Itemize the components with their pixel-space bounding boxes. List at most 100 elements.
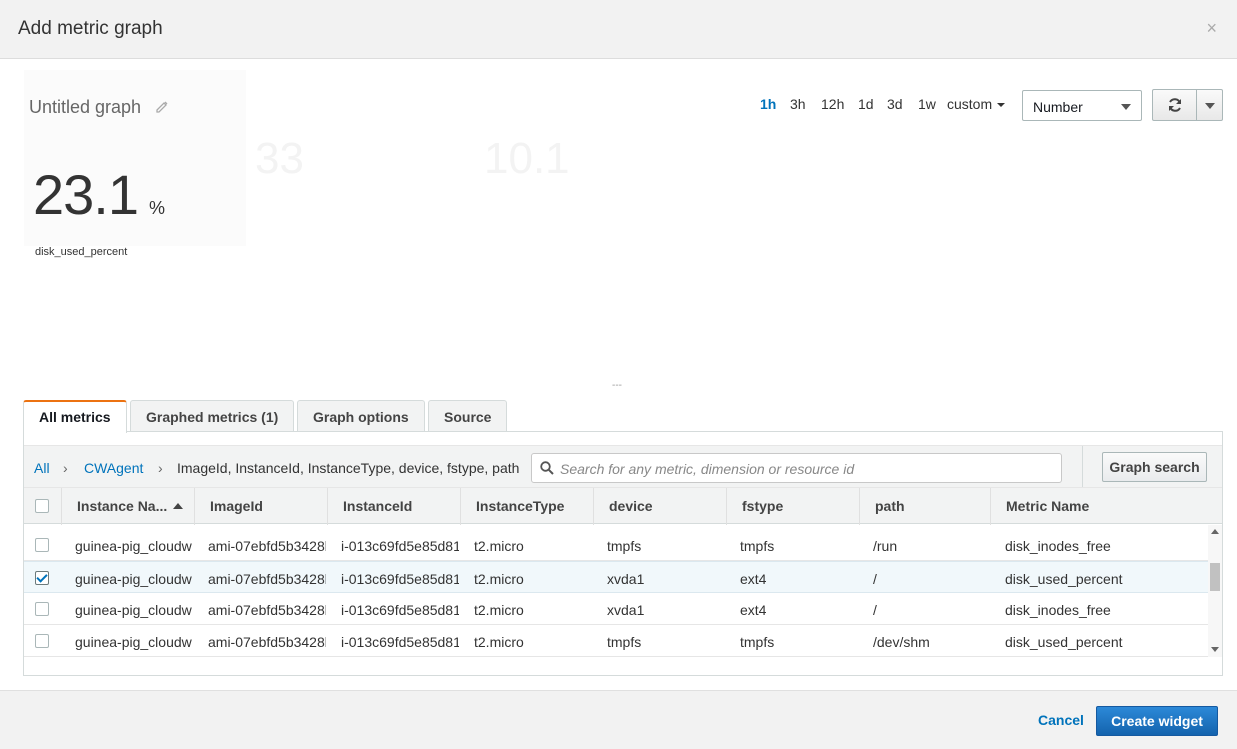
column-header-metric-name[interactable]: Metric Name	[990, 488, 1222, 525]
close-icon[interactable]: ×	[1206, 18, 1217, 38]
ghost-value: 33	[255, 134, 304, 183]
column-header-device[interactable]: device	[593, 488, 726, 525]
cell-fstype: tmpfs	[740, 538, 775, 554]
cell-instance-name: guinea-pig_cloudw	[75, 538, 192, 554]
time-range-1w[interactable]: 1w	[918, 96, 936, 112]
refresh-button[interactable]	[1152, 89, 1197, 121]
row-checkbox[interactable]	[35, 634, 49, 648]
cell-instance-name: guinea-pig_cloudw	[75, 571, 192, 587]
graph-title[interactable]: Untitled graph	[29, 97, 141, 118]
time-range-1d[interactable]: 1d	[858, 96, 874, 112]
cell-instance-type: t2.micro	[474, 634, 524, 650]
scroll-thumb[interactable]	[1210, 563, 1220, 591]
column-header-fstype[interactable]: fstype	[726, 488, 859, 525]
metric-value: 23.1	[33, 163, 139, 226]
select-all-checkbox[interactable]	[35, 499, 49, 513]
table-scrollbar[interactable]	[1208, 525, 1222, 657]
create-widget-button[interactable]: Create widget	[1096, 706, 1218, 736]
cell-fstype: ext4	[740, 602, 767, 618]
cell-path: /dev/shm	[873, 634, 930, 650]
caret-down-icon	[997, 103, 1006, 108]
cell-device: tmpfs	[607, 538, 642, 554]
table-header: Instance Na... ImageId InstanceId Instan…	[24, 487, 1222, 525]
row-checkbox[interactable]	[35, 538, 49, 552]
ghost-value: 10.1	[484, 134, 570, 183]
select-all-cell	[24, 488, 61, 525]
breadcrumb-separator: ›	[158, 460, 163, 476]
breadcrumb-separator: ›	[63, 460, 68, 476]
cell-instance-name: guinea-pig_cloudw	[75, 602, 192, 618]
metric-search[interactable]	[531, 453, 1062, 483]
tab-graph-options[interactable]: Graph options	[297, 400, 425, 432]
caret-down-icon	[1205, 103, 1215, 109]
add-metric-graph-dialog: Add metric graph × 33 10.1 Untitled grap…	[0, 0, 1237, 749]
table-row[interactable]: guinea-pig_cloudw ami-07ebfd5b3428b i-01…	[24, 529, 1208, 561]
cell-device: tmpfs	[607, 634, 642, 650]
time-range-1h[interactable]: 1h	[760, 96, 776, 112]
cell-metric-name: disk_inodes_free	[1005, 538, 1111, 554]
cancel-button[interactable]: Cancel	[1038, 712, 1084, 728]
dialog-title: Add metric graph	[18, 18, 163, 39]
column-header-image-id[interactable]: ImageId	[194, 488, 327, 525]
cell-path: /	[873, 571, 877, 587]
tab-all-metrics[interactable]: All metrics	[23, 400, 127, 433]
cell-instance-name: guinea-pig_cloudw	[75, 634, 192, 650]
cell-image-id: ami-07ebfd5b3428b	[208, 602, 326, 618]
column-header-instance-id[interactable]: InstanceId	[327, 488, 460, 525]
metric-unit: %	[149, 198, 166, 218]
column-header-instance-type[interactable]: InstanceType	[460, 488, 593, 525]
cell-fstype: tmpfs	[740, 634, 775, 650]
table-row[interactable]: guinea-pig_cloudw ami-07ebfd5b3428b i-01…	[24, 593, 1208, 625]
resize-handle[interactable]: ---	[612, 380, 622, 391]
dialog-header: Add metric graph ×	[0, 0, 1237, 59]
refresh-icon	[1169, 98, 1181, 112]
table-row[interactable]: guinea-pig_cloudw ami-07ebfd5b3428b i-01…	[24, 625, 1208, 657]
table-row[interactable]: guinea-pig_cloudw ami-07ebfd5b3428b i-01…	[24, 561, 1208, 593]
time-range-12h[interactable]: 12h	[821, 96, 844, 112]
cell-metric-name: disk_used_percent	[1005, 571, 1123, 587]
pencil-icon[interactable]	[155, 100, 169, 114]
time-range-3h[interactable]: 3h	[790, 96, 806, 112]
cell-instance-type: t2.micro	[474, 571, 524, 587]
tab-source[interactable]: Source	[428, 400, 508, 432]
cell-metric-name: disk_inodes_free	[1005, 602, 1111, 618]
cell-instance-id: i-013c69fd5e85d81	[341, 634, 459, 650]
custom-label: custom	[947, 96, 993, 112]
refresh-options-dropdown[interactable]	[1196, 89, 1223, 121]
scroll-down-icon[interactable]	[1211, 647, 1219, 652]
cell-instance-id: i-013c69fd5e85d81	[341, 571, 459, 587]
table-body: guinea-pig_cloudw ami-07ebfd5b3428b i-01…	[24, 529, 1208, 657]
tab-graphed-metrics[interactable]: Graphed metrics (1)	[130, 400, 295, 432]
view-type-select[interactable]: Number	[1022, 90, 1142, 121]
row-checkbox[interactable]	[35, 602, 49, 616]
cell-instance-type: t2.micro	[474, 602, 524, 618]
cell-path: /	[873, 602, 877, 618]
time-range-3d[interactable]: 3d	[887, 96, 903, 112]
search-input[interactable]	[560, 459, 1050, 479]
cell-metric-name: disk_used_percent	[1005, 634, 1123, 650]
breadcrumb: All › CWAgent › ImageId, InstanceId, Ins…	[24, 445, 1222, 488]
cell-instance-type: t2.micro	[474, 538, 524, 554]
cell-instance-id: i-013c69fd5e85d81	[341, 602, 459, 618]
cell-image-id: ami-07ebfd5b3428b	[208, 538, 326, 554]
view-type-value: Number	[1033, 99, 1083, 115]
column-header-instance-name[interactable]: Instance Na...	[61, 488, 194, 525]
cell-image-id: ami-07ebfd5b3428b	[208, 571, 326, 587]
metrics-panel: All › CWAgent › ImageId, InstanceId, Ins…	[23, 431, 1223, 676]
search-icon	[540, 461, 554, 475]
cell-device: xvda1	[607, 602, 645, 618]
time-range-custom[interactable]: custom	[947, 96, 1006, 112]
cell-device: xvda1	[607, 571, 645, 587]
graph-search-button[interactable]: Graph search	[1102, 452, 1207, 482]
column-label: Instance Na...	[77, 498, 168, 514]
breadcrumb-namespace[interactable]: CWAgent	[84, 460, 143, 476]
column-header-path[interactable]: path	[859, 488, 990, 525]
cell-instance-id: i-013c69fd5e85d81	[341, 538, 459, 554]
caret-down-icon	[1121, 104, 1131, 110]
metric-name-label: disk_used_percent	[35, 246, 128, 258]
divider	[1082, 446, 1083, 488]
cell-image-id: ami-07ebfd5b3428b	[208, 634, 326, 650]
breadcrumb-all[interactable]: All	[34, 460, 50, 476]
row-checkbox[interactable]	[35, 571, 49, 585]
scroll-up-icon[interactable]	[1211, 529, 1219, 534]
